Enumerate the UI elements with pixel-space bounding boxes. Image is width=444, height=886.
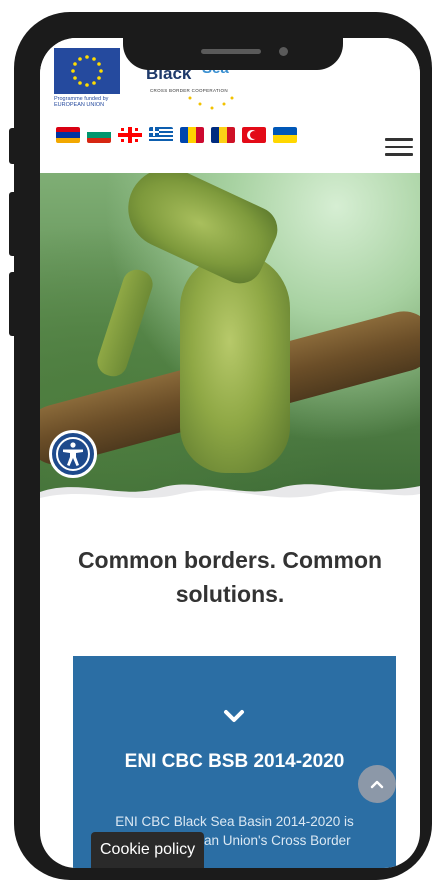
eu-flag-icon <box>54 48 120 94</box>
language-flags <box>56 127 297 147</box>
screen: Programme funded by EUROPEAN UNION Black… <box>40 38 420 868</box>
hero-seahorse-snout <box>93 266 157 380</box>
phone-notch <box>123 38 343 70</box>
accessibility-icon[interactable] <box>49 430 97 478</box>
flag-ukraine-icon[interactable] <box>273 127 297 143</box>
card-title: ENI CBC BSB 2014-2020 <box>124 751 345 772</box>
flag-romania-icon[interactable] <box>211 127 235 143</box>
flag-greece-icon[interactable] <box>149 127 173 143</box>
logo-subtitle: CROSS BORDER COOPERATION <box>150 88 228 93</box>
flag-bulgaria-icon[interactable] <box>87 127 111 143</box>
flag-turkey-icon[interactable] <box>242 127 266 143</box>
eu-caption: Programme funded by EUROPEAN UNION <box>54 96 124 108</box>
hero-wave-divider <box>40 484 420 508</box>
phone-speaker <box>201 49 261 54</box>
flag-armenia-icon[interactable] <box>56 127 80 143</box>
chevron-up-icon <box>370 780 384 789</box>
cookie-policy-button[interactable]: Cookie policy <box>91 832 205 868</box>
hero-seahorse-body <box>180 253 290 473</box>
flag-moldova-icon[interactable] <box>180 127 204 143</box>
page-tagline: Common borders. Common solutions. <box>77 547 383 607</box>
logo-stars-icon <box>188 96 234 110</box>
phone-camera <box>279 47 288 56</box>
hero-image <box>40 173 420 508</box>
eu-logo[interactable] <box>54 48 120 98</box>
chevron-down-icon[interactable] <box>220 706 248 726</box>
scroll-to-top-button[interactable] <box>358 765 396 803</box>
flag-georgia-icon[interactable] <box>118 127 142 143</box>
eu-caption-line2: EUROPEAN UNION <box>54 102 105 108</box>
hamburger-menu-icon[interactable] <box>385 138 413 158</box>
